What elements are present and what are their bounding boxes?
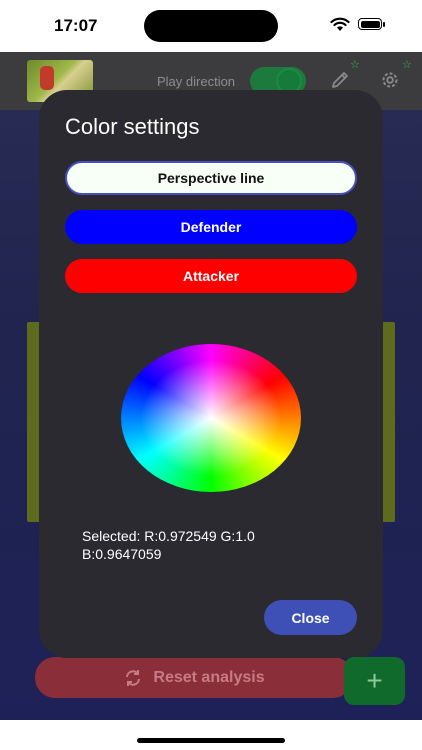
reset-analysis-label: Reset analysis — [153, 668, 265, 686]
refresh-icon — [126, 669, 141, 686]
perspective-line-button[interactable]: Perspective line — [65, 161, 357, 195]
perspective-line-label: Perspective line — [157, 170, 265, 186]
dynamic-island — [144, 10, 278, 42]
wifi-icon — [330, 17, 350, 31]
home-indicator — [137, 738, 285, 743]
defender-button[interactable]: Defender — [65, 210, 357, 244]
dialog-title: Color settings — [65, 114, 200, 139]
play-direction-label: Play direction — [157, 74, 236, 89]
plus-icon: + — [366, 665, 383, 696]
color-wheel[interactable] — [121, 344, 301, 492]
color-settings-dialog: Color settings Perspective line Defender… — [39, 90, 383, 658]
close-button[interactable]: Close — [264, 600, 357, 635]
field-edge-right — [381, 322, 395, 522]
defender-label: Defender — [180, 219, 242, 235]
add-button[interactable]: + — [344, 657, 405, 705]
close-label: Close — [291, 609, 330, 626]
attacker-button[interactable]: Attacker — [65, 259, 357, 293]
star-icon: ☆ — [402, 59, 412, 71]
status-bar: 17:07 — [0, 0, 422, 52]
thumbnail-player — [40, 66, 54, 90]
status-time: 17:07 — [54, 16, 98, 35]
toggle-knob — [278, 70, 300, 92]
selected-color-text: Selected: R:0.972549 G:1.0 B:0.9647059 — [82, 528, 255, 562]
reset-analysis-button[interactable]: Reset analysis — [35, 657, 353, 698]
battery-cap — [383, 22, 385, 27]
attacker-label: Attacker — [182, 268, 240, 284]
battery-icon — [358, 18, 382, 30]
bottom-bar — [0, 720, 422, 750]
gear-icon[interactable] — [379, 69, 401, 91]
pencil-icon[interactable] — [330, 70, 350, 90]
star-icon: ☆ — [350, 59, 360, 71]
